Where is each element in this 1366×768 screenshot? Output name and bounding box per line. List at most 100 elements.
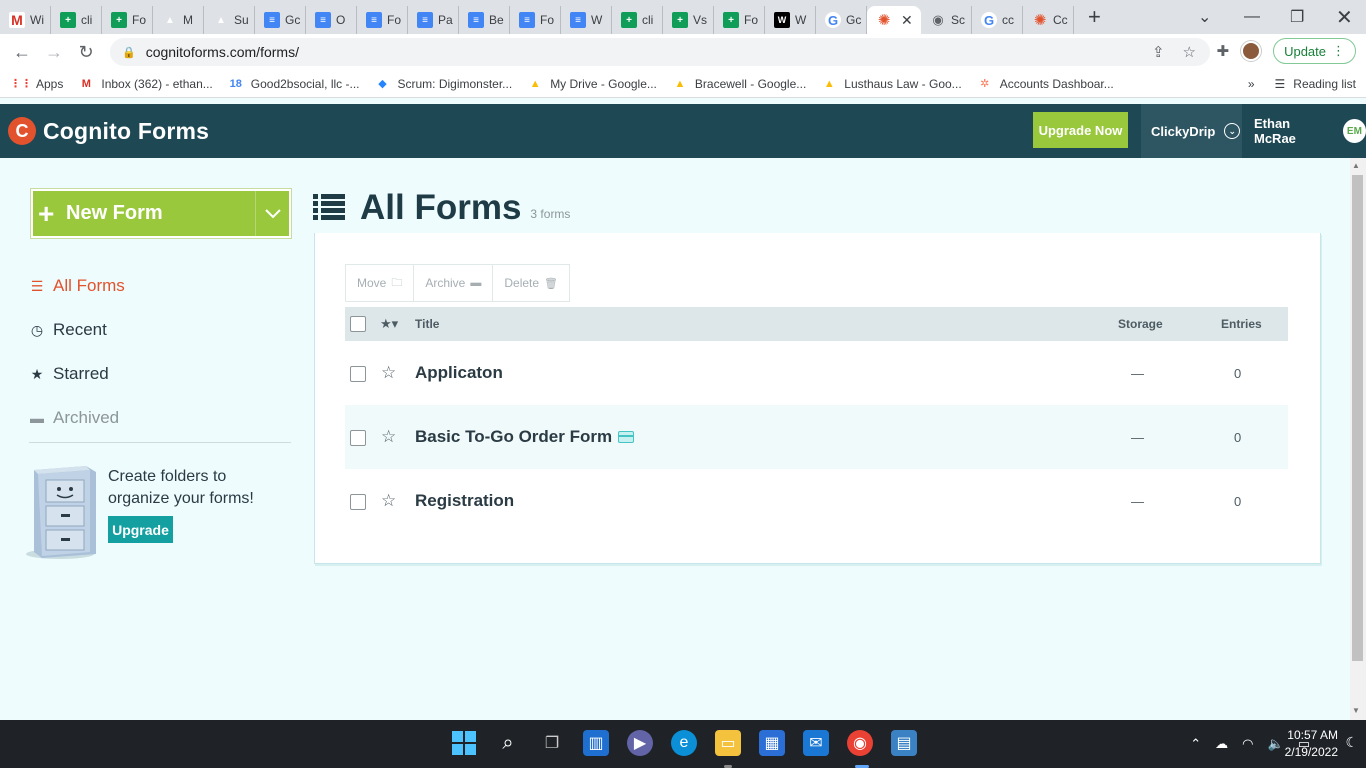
star-sort-icon[interactable]: ★▾ xyxy=(380,316,398,332)
new-tab-button[interactable]: + xyxy=(1088,4,1101,30)
bookmark-item[interactable]: ✲ Accounts Dashboar... xyxy=(978,77,1114,91)
reading-list-button[interactable]: ☰ Reading list xyxy=(1275,77,1356,91)
microsoft-store-icon[interactable]: ▦ xyxy=(759,730,785,756)
star-outline-icon[interactable]: ☆ xyxy=(381,491,396,511)
widgets-icon[interactable]: ▥ xyxy=(583,730,609,756)
browser-tab[interactable]: ≡ O xyxy=(306,6,357,34)
wifi-icon[interactable]: ◠ xyxy=(1242,736,1253,752)
browser-tab[interactable]: + cli xyxy=(612,6,663,34)
forward-button[interactable]: → xyxy=(38,42,70,63)
select-all-checkbox[interactable] xyxy=(350,316,366,332)
sidebar-item-archived[interactable]: ▬ Archived xyxy=(29,396,291,440)
column-storage[interactable]: Storage xyxy=(1118,317,1163,331)
profile-avatar[interactable] xyxy=(1241,41,1262,61)
scroll-down-icon[interactable]: ▼ xyxy=(1352,706,1360,715)
bookmark-item[interactable]: ◆ Scrum: Digimonster... xyxy=(375,77,512,91)
browser-tab[interactable]: + Vs xyxy=(663,6,714,34)
browser-tab[interactable]: ▲ M xyxy=(153,6,204,34)
form-title-link[interactable]: Basic To-Go Order Form xyxy=(415,427,635,447)
windows-start-icon[interactable] xyxy=(451,730,477,756)
organization-switcher[interactable]: ClickyDrip ⌄ xyxy=(1141,104,1242,158)
upgrade-button[interactable]: Upgrade xyxy=(108,516,173,543)
edge-icon[interactable]: e xyxy=(671,730,697,756)
notepad-icon[interactable]: ▤ xyxy=(891,730,917,756)
share-icon[interactable]: ⇪ xyxy=(1152,43,1165,61)
bookmark-star-icon[interactable]: ☆ xyxy=(1183,43,1196,61)
bookmark-item[interactable]: ▲ My Drive - Google... xyxy=(528,77,657,91)
sidebar-item-recent[interactable]: ◷ Recent xyxy=(29,308,291,352)
archive-button[interactable]: Archive ▬ xyxy=(414,265,494,301)
task-view-icon[interactable]: ❐ xyxy=(539,730,565,756)
table-row[interactable]: ☆ Basic To-Go Order Form — 0 xyxy=(345,405,1288,469)
browser-tab[interactable]: + Fo xyxy=(102,6,153,34)
row-checkbox[interactable] xyxy=(350,430,366,446)
browser-tab[interactable]: ≡ Pa xyxy=(408,6,459,34)
bookmark-item[interactable]: ▲ Bracewell - Google... xyxy=(673,77,806,91)
volume-icon[interactable]: 🔈 xyxy=(1268,736,1284,752)
tab-search-icon[interactable]: ⌄ xyxy=(1198,0,1211,34)
row-checkbox[interactable] xyxy=(350,366,366,382)
form-title-link[interactable]: Applicaton xyxy=(415,363,503,383)
browser-tab[interactable]: M Wi xyxy=(0,6,51,34)
entries-count[interactable]: 0 xyxy=(1234,430,1241,445)
lock-icon[interactable]: 🔒 xyxy=(122,46,136,59)
browser-tab[interactable]: ≡ Fo xyxy=(510,6,561,34)
browser-tab[interactable]: ◉ Sc xyxy=(921,6,972,34)
upgrade-now-button[interactable]: Upgrade Now xyxy=(1033,112,1128,148)
column-entries[interactable]: Entries xyxy=(1221,317,1262,331)
table-row[interactable]: ☆ Registration — 0 xyxy=(345,469,1288,533)
browser-tab[interactable]: ≡ W xyxy=(561,6,612,34)
star-outline-icon[interactable]: ☆ xyxy=(381,363,396,383)
scroll-up-icon[interactable]: ▲ xyxy=(1352,161,1360,170)
new-form-dropdown-toggle[interactable] xyxy=(255,191,289,236)
star-outline-icon[interactable]: ☆ xyxy=(381,427,396,447)
chrome-icon[interactable]: ◉ xyxy=(847,730,873,756)
onedrive-icon[interactable]: ☁ xyxy=(1215,736,1228,752)
scrollbar-thumb[interactable] xyxy=(1352,175,1363,661)
browser-tab[interactable]: ≡ Be xyxy=(459,6,510,34)
sidebar-item-starred[interactable]: ★ Starred xyxy=(29,352,291,396)
browser-tab[interactable]: Gcc xyxy=(972,6,1023,34)
chevron-up-icon[interactable]: ⌃ xyxy=(1190,736,1201,752)
row-checkbox[interactable] xyxy=(350,494,366,510)
teams-chat-icon[interactable]: ▶ xyxy=(627,730,653,756)
mail-icon[interactable]: ✉ xyxy=(803,730,829,756)
bookmark-item[interactable]: ▲ Lusthaus Law - Goo... xyxy=(822,77,962,91)
table-row[interactable]: ☆ Applicaton — 0 xyxy=(345,341,1288,405)
delete-button[interactable]: Delete 🗑 xyxy=(493,265,569,301)
browser-tab[interactable]: ≡ Gc xyxy=(255,6,306,34)
browser-tab[interactable]: ≡ Fo xyxy=(357,6,408,34)
close-window-button[interactable]: ✕ xyxy=(1336,0,1353,34)
restore-button[interactable]: ❐ xyxy=(1290,0,1304,34)
form-title-link[interactable]: Registration xyxy=(415,491,514,511)
back-button[interactable]: ← xyxy=(6,42,38,63)
reload-button[interactable]: ↻ xyxy=(70,42,102,63)
browser-tab[interactable]: + cli xyxy=(51,6,102,34)
move-button[interactable]: Move 🗀 xyxy=(346,265,415,301)
file-explorer-icon[interactable]: ▭ xyxy=(715,730,741,756)
column-title[interactable]: Title xyxy=(415,317,439,331)
browser-tab[interactable]: ✺ ✕ xyxy=(867,6,921,34)
close-tab-icon[interactable]: ✕ xyxy=(901,12,913,29)
entries-count[interactable]: 0 xyxy=(1234,366,1241,381)
browser-tab[interactable]: ▲ Su xyxy=(204,6,255,34)
browser-tab[interactable]: ✺ Cc xyxy=(1023,6,1074,34)
browser-tab[interactable]: + Fo xyxy=(714,6,765,34)
bookmark-item[interactable]: 18 Good2bsocial, llc -... xyxy=(229,77,360,91)
bookmark-item[interactable]: ⋮⋮ Apps xyxy=(10,77,63,91)
entries-count[interactable]: 0 xyxy=(1234,494,1241,509)
browser-update-button[interactable]: Update ⋮ xyxy=(1273,38,1356,64)
search-icon[interactable]: ⌕ xyxy=(495,730,521,756)
browser-tab[interactable]: WW xyxy=(765,6,816,34)
more-bookmarks-icon[interactable]: » xyxy=(1248,77,1255,91)
bookmark-item[interactable]: M Inbox (362) - ethan... xyxy=(79,77,213,91)
extensions-icon[interactable]: ✚ xyxy=(1217,42,1230,60)
clock[interactable]: 10:57 AM 2/19/2022 xyxy=(1285,727,1338,761)
minimize-button[interactable]: — xyxy=(1244,0,1260,34)
browser-tab[interactable]: G Gc xyxy=(816,6,867,34)
sidebar-item-all-forms[interactable]: ☰ All Forms xyxy=(29,264,291,308)
new-form-button[interactable]: + New Form xyxy=(31,189,291,238)
address-bar[interactable]: 🔒 cognitoforms.com/forms/ ⇪ ☆ xyxy=(110,38,1210,66)
cognito-logo[interactable]: C Cognito Forms xyxy=(8,117,209,145)
user-menu[interactable]: Ethan McRae EM xyxy=(1254,104,1366,158)
